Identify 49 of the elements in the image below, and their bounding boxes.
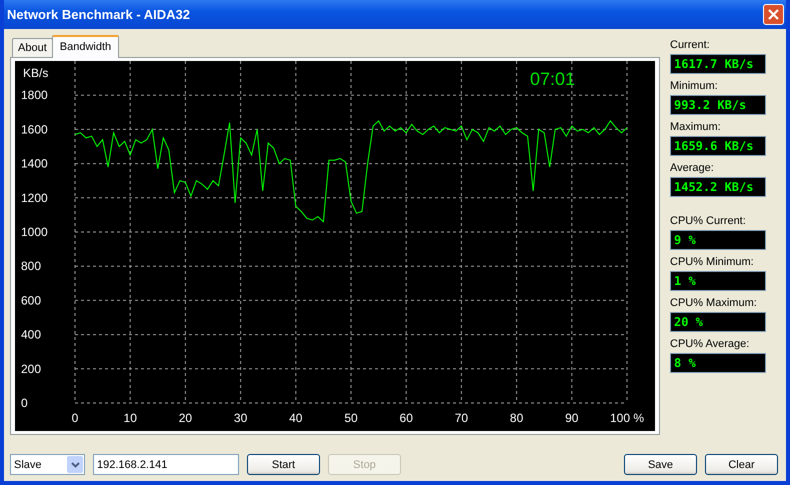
timer-text: 07:01 bbox=[530, 69, 576, 89]
window-title: Network Benchmark - AIDA32 bbox=[7, 7, 190, 22]
stat-value: 1659.6 KB/s bbox=[670, 136, 766, 156]
stat-value: 20 % bbox=[670, 312, 766, 332]
stat-label: CPU% Current: bbox=[670, 215, 747, 227]
stat-label: Minimum: bbox=[670, 80, 719, 92]
x-tick-label: 100 % bbox=[610, 411, 644, 425]
x-tick-label: 50 bbox=[344, 411, 358, 425]
x-tick-label: 80 bbox=[510, 411, 524, 425]
stat-label: Current: bbox=[670, 39, 711, 51]
x-tick-label: 10 bbox=[124, 411, 137, 425]
y-tick-label: 0 bbox=[21, 396, 28, 410]
y-tick-label: 800 bbox=[21, 259, 42, 274]
y-tick-label: 1000 bbox=[21, 225, 48, 239]
action-button[interactable]: Clear bbox=[705, 454, 778, 475]
stat-value: 9 % bbox=[670, 230, 766, 250]
y-tick-label: 600 bbox=[21, 293, 42, 308]
mode-dropdown[interactable]: Slave bbox=[10, 454, 85, 475]
action-button[interactable]: Start bbox=[247, 454, 320, 475]
close-button[interactable] bbox=[763, 4, 784, 25]
stat-label: Average: bbox=[670, 162, 715, 174]
y-axis-label: KB/s bbox=[23, 66, 48, 80]
address-field[interactable]: 192.168.2.141 bbox=[93, 454, 239, 475]
x-tick-label: 30 bbox=[234, 411, 248, 425]
tab[interactable]: Bandwidth bbox=[52, 35, 120, 58]
x-tick-label: 60 bbox=[400, 411, 413, 425]
y-tick-label: 1200 bbox=[21, 190, 48, 205]
stat-value: 1 % bbox=[670, 271, 766, 291]
stat-value: 993.2 KB/s bbox=[670, 95, 766, 115]
y-tick-label: 1400 bbox=[21, 156, 48, 171]
x-tick-label: 20 bbox=[178, 411, 192, 425]
close-icon bbox=[767, 8, 780, 21]
y-tick-label: 1600 bbox=[21, 122, 48, 136]
x-tick-label: 70 bbox=[454, 411, 468, 425]
y-tick-label: 1800 bbox=[21, 88, 48, 102]
tab[interactable]: About bbox=[12, 38, 53, 57]
x-tick-label: 40 bbox=[289, 411, 302, 425]
stat-label: CPU% Average: bbox=[670, 338, 750, 350]
stat-label: CPU% Maximum: bbox=[670, 297, 758, 309]
x-tick-label: 0 bbox=[72, 411, 78, 425]
stat-label: CPU% Minimum: bbox=[670, 256, 755, 268]
stat-label: Maximum: bbox=[670, 121, 722, 133]
action-button[interactable]: Save bbox=[624, 454, 697, 475]
stat-value: 1617.7 KB/s bbox=[670, 54, 766, 74]
stat-value: 1452.2 KB/s bbox=[670, 177, 766, 197]
x-tick-label: 90 bbox=[565, 411, 578, 425]
y-tick-label: 400 bbox=[21, 328, 42, 342]
stat-value: 8 % bbox=[670, 353, 766, 373]
y-tick-label: 200 bbox=[21, 362, 42, 376]
